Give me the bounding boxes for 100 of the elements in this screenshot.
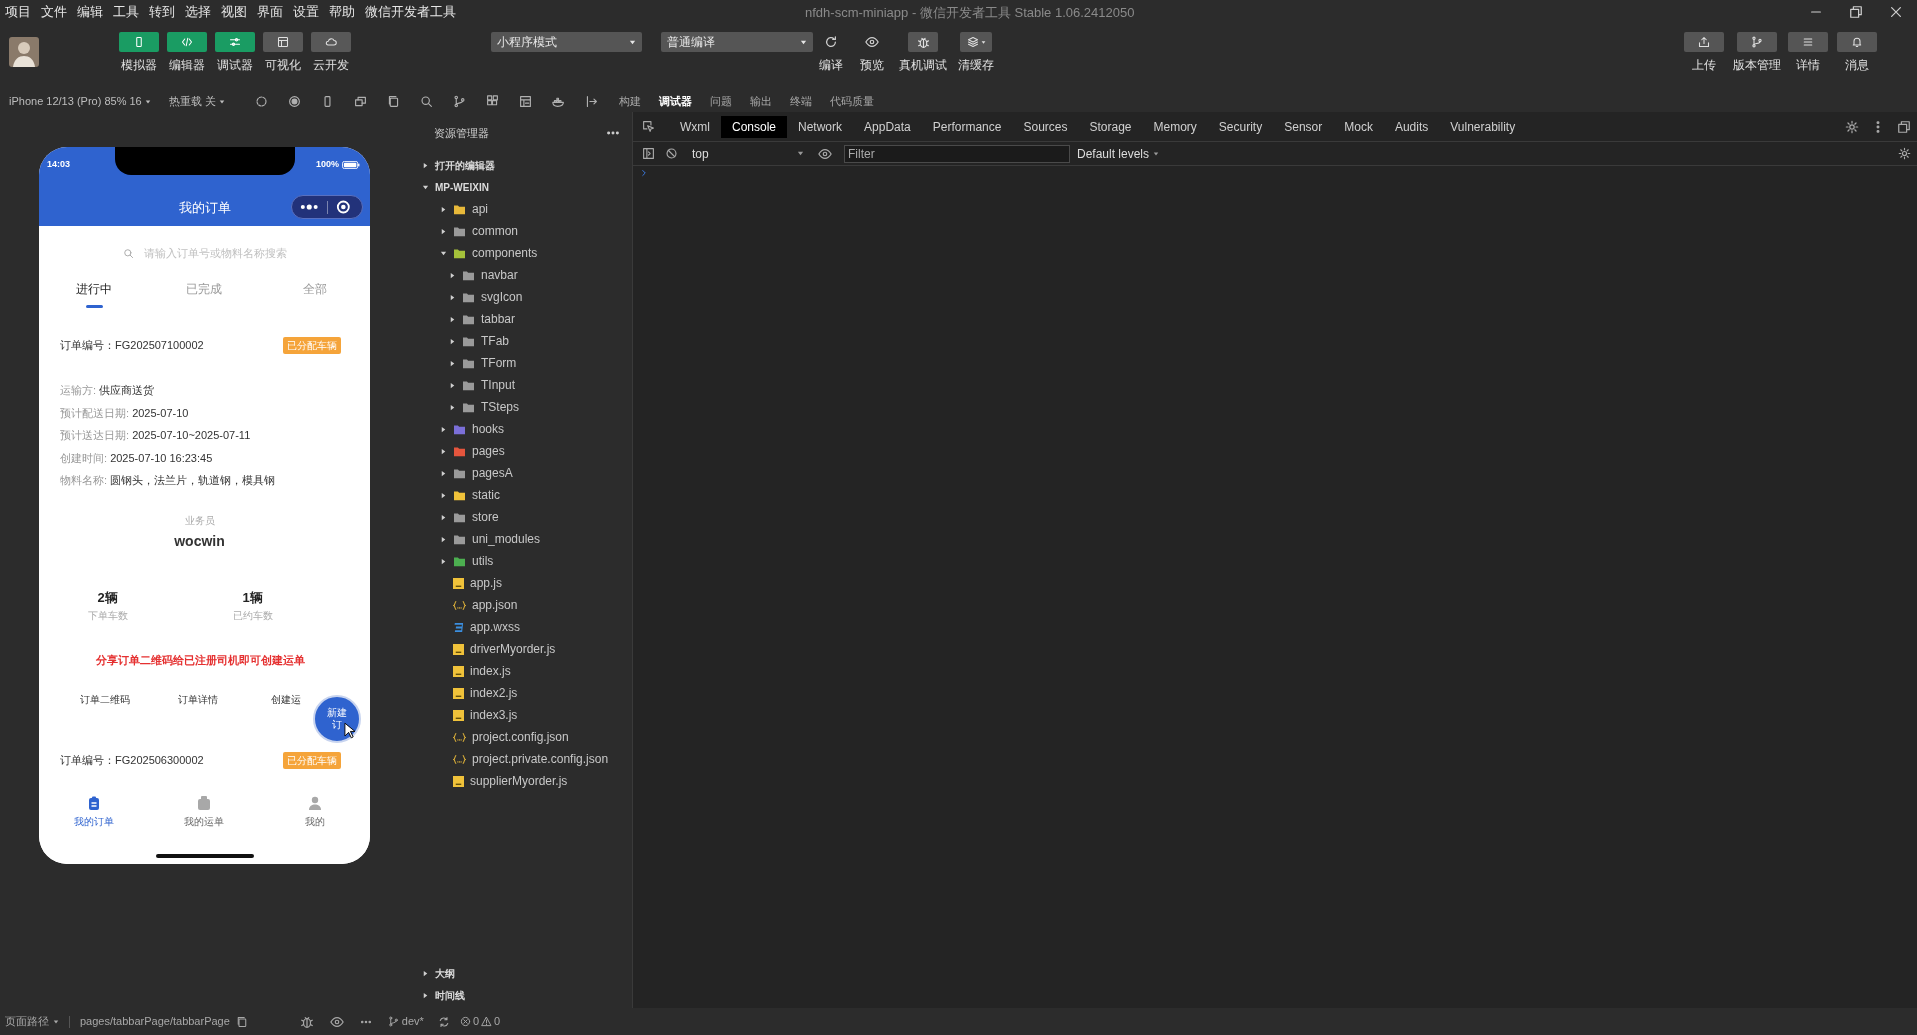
devtools-tab[interactable]: Mock <box>1333 115 1384 138</box>
folder-name[interactable]: hooks <box>472 420 505 438</box>
collapsed-arrow-icon[interactable] <box>449 381 456 389</box>
eye-icon[interactable] <box>329 1014 344 1029</box>
collapsed-arrow-icon[interactable] <box>449 337 456 345</box>
tab-bar-item[interactable]: 我的运单 <box>149 795 260 829</box>
menu-item[interactable]: 文件 <box>36 2 72 22</box>
menu-item[interactable]: 工具 <box>108 2 144 22</box>
filter-field[interactable]: Filter <box>844 144 1070 163</box>
folder-name[interactable]: navbar <box>481 266 518 284</box>
record-icon[interactable] <box>287 95 301 108</box>
devtools-tab[interactable]: Console <box>721 115 788 138</box>
file-name[interactable]: index3.js <box>470 706 518 724</box>
devtools-tab[interactable]: Network <box>787 115 854 138</box>
menu-item[interactable]: 项目 <box>0 2 36 22</box>
folder-name[interactable]: tabbar <box>481 310 516 328</box>
folder-name[interactable]: static <box>472 486 500 504</box>
panel-tab[interactable]: 构建 <box>611 93 648 110</box>
devtools-tab[interactable]: Security <box>1207 115 1274 138</box>
levels-select[interactable]: Default levels <box>1077 144 1160 163</box>
clear-cache-button[interactable] <box>960 32 992 52</box>
file-name[interactable]: driverMyorder.js <box>470 640 556 658</box>
collapsed-arrow-icon[interactable] <box>449 293 456 301</box>
compile-select[interactable]: 普通编译 <box>661 32 813 52</box>
order-action-link[interactable]: 创建运 <box>271 691 301 708</box>
menu-item[interactable]: 界面 <box>252 2 288 22</box>
collapsed-arrow-icon[interactable] <box>440 447 447 455</box>
tab-bar-item[interactable]: 我的订单 <box>39 795 150 829</box>
folder-name[interactable]: components <box>472 244 538 262</box>
sync-icon[interactable] <box>437 1015 450 1028</box>
container-icon[interactable] <box>551 95 565 108</box>
panel-icon[interactable] <box>518 95 532 108</box>
branch-button[interactable]: dev* <box>387 1013 424 1030</box>
section-header[interactable]: 打开的编辑器 <box>435 157 495 173</box>
split-icon[interactable] <box>584 95 598 108</box>
clear-console-icon[interactable] <box>665 147 678 160</box>
folder-name[interactable]: api <box>472 200 488 218</box>
menu-button[interactable] <box>1788 32 1828 52</box>
devtools-tab[interactable]: Vulnerability <box>1439 115 1527 138</box>
upload-button[interactable] <box>1684 32 1724 52</box>
order-action-link[interactable]: 订单二维码 <box>80 691 130 708</box>
devtools-tab[interactable]: AppData <box>853 115 922 138</box>
copy-icon[interactable] <box>386 95 400 108</box>
collapsed-arrow-icon[interactable] <box>449 403 456 411</box>
folder-name[interactable]: TSteps <box>481 398 519 416</box>
collapsed-arrow-icon[interactable] <box>422 991 429 999</box>
hot-reload-select[interactable]: 热重载 关 <box>168 93 225 110</box>
folder-name[interactable]: common <box>472 222 518 240</box>
collapsed-arrow-icon[interactable] <box>440 425 447 433</box>
menu-item[interactable]: 编辑 <box>72 2 108 22</box>
expanded-arrow-icon[interactable] <box>440 249 447 257</box>
toggle-button[interactable] <box>215 32 255 52</box>
settings-icon[interactable] <box>1845 119 1859 134</box>
menu-item[interactable]: 设置 <box>288 2 324 22</box>
eye-icon[interactable] <box>865 35 879 49</box>
menu-item[interactable]: 帮助 <box>324 2 360 22</box>
grid-icon[interactable] <box>485 95 499 108</box>
folder-name[interactable]: TFab <box>481 332 509 350</box>
folder-name[interactable]: TForm <box>481 354 517 372</box>
file-name[interactable]: app.json <box>472 596 518 614</box>
devtools-tab[interactable]: Storage <box>1078 115 1143 138</box>
inspect-icon[interactable] <box>642 120 655 133</box>
collapsed-arrow-icon[interactable] <box>449 315 456 323</box>
folder-name[interactable]: utils <box>472 552 494 570</box>
file-name[interactable]: app.wxss <box>470 618 521 636</box>
file-name[interactable]: index2.js <box>470 684 518 702</box>
folder-name[interactable]: TInput <box>481 376 516 394</box>
close-icon[interactable] <box>1889 5 1903 19</box>
collapsed-arrow-icon[interactable] <box>440 205 447 213</box>
bell-button[interactable] <box>1837 32 1877 52</box>
panel-tab[interactable]: 输出 <box>742 93 779 110</box>
menu-item[interactable]: 视图 <box>216 2 252 22</box>
new-order-button[interactable]: 新建 订 <box>313 695 361 743</box>
settings-icon[interactable] <box>1898 147 1911 160</box>
collapsed-arrow-icon[interactable] <box>449 359 456 367</box>
file-name[interactable]: index.js <box>470 662 511 680</box>
section-header[interactable]: 时间线 <box>435 987 465 1003</box>
file-name[interactable]: project.config.json <box>472 728 569 746</box>
devtools-tab[interactable]: Performance <box>921 115 1013 138</box>
capsule-menu[interactable] <box>291 195 363 219</box>
collapsed-arrow-icon[interactable] <box>422 161 429 169</box>
file-name[interactable]: app.js <box>470 574 503 592</box>
file-name[interactable]: project.private.config.json <box>472 750 609 768</box>
branch-button[interactable] <box>1737 32 1777 52</box>
folder-name[interactable]: uni_modules <box>472 530 541 548</box>
toggle-button[interactable] <box>167 32 207 52</box>
copy-icon[interactable] <box>235 1015 248 1028</box>
panel-tab[interactable]: 终端 <box>782 93 819 110</box>
section-header[interactable]: MP-WEIXIN <box>435 179 489 195</box>
collapsed-arrow-icon[interactable] <box>422 969 429 977</box>
section-header[interactable]: 大纲 <box>435 965 455 981</box>
toggle-button[interactable] <box>119 32 159 52</box>
problems-button[interactable]: 0 0 <box>459 1013 501 1030</box>
eye-icon[interactable] <box>818 146 832 161</box>
panel-tab[interactable]: 代码质量 <box>822 93 881 110</box>
folder-name[interactable]: store <box>472 508 499 526</box>
context-select[interactable]: top <box>692 144 804 163</box>
devtools-tab[interactable]: Sensor <box>1273 115 1334 138</box>
folder-name[interactable]: pagesA <box>472 464 513 482</box>
refresh-icon[interactable] <box>254 95 268 108</box>
